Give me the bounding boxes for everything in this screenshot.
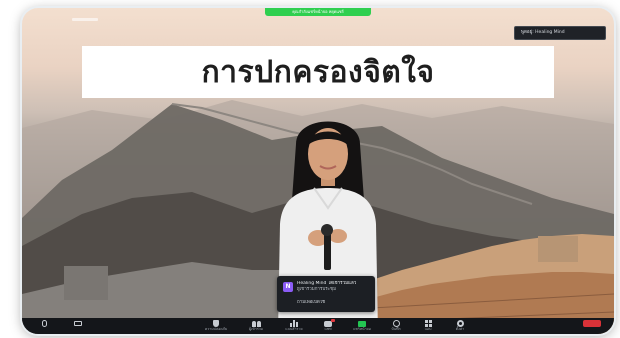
apps-label: แอป bbox=[424, 327, 432, 331]
settings-label: ตั้งค่า bbox=[455, 327, 465, 331]
security-button[interactable]: ความปลอดภัย bbox=[202, 320, 230, 333]
record-button[interactable]: บันทึก bbox=[382, 320, 410, 333]
notification-subtitle: ผู้เข้าร่วมการประชุม bbox=[297, 287, 337, 292]
polls-button[interactable]: แบบสำรวจ bbox=[280, 320, 308, 333]
slide-title: การปกครองจิตใจ bbox=[201, 54, 435, 90]
share-screen-label: แชร์หน้าจอ bbox=[353, 327, 371, 331]
mute-button[interactable] bbox=[30, 320, 58, 333]
end-meeting-button[interactable] bbox=[578, 320, 606, 333]
microphone-icon bbox=[324, 230, 331, 270]
join-notification[interactable]: N Healing Mind ได้เข้าร่วมแล้ว ผู้เข้าร่… bbox=[277, 276, 375, 312]
polls-label: แบบสำรวจ bbox=[285, 327, 303, 331]
participants-button[interactable]: ผู้เข้าร่วม bbox=[242, 320, 270, 333]
notification-action-link[interactable]: ถามเพื่อเปิดใช้ bbox=[297, 300, 371, 306]
poll-icon bbox=[290, 320, 298, 327]
record-icon bbox=[392, 320, 400, 327]
window-top-marker bbox=[72, 18, 98, 21]
chat-label: แชท bbox=[324, 327, 332, 331]
share-screen-icon bbox=[358, 320, 366, 327]
shield-icon bbox=[213, 320, 219, 327]
camera-icon bbox=[74, 321, 82, 326]
video-button[interactable] bbox=[64, 320, 92, 333]
screen-share-banner[interactable]: คุณกำลังแชร์หน้าจอ หยุดแชร์ bbox=[265, 8, 371, 16]
security-label: ความปลอดภัย bbox=[204, 327, 228, 331]
people-icon bbox=[251, 320, 261, 327]
watchtower-left bbox=[64, 266, 108, 300]
slide-title-box: การปกครองจิตใจ bbox=[82, 46, 554, 98]
record-label: บันทึก bbox=[391, 327, 401, 331]
chat-icon bbox=[324, 318, 335, 327]
meeting-toolbar: ความปลอดภัย ผู้เข้าร่วม แบบสำรวจ แชท แชร… bbox=[22, 318, 614, 334]
mic-icon bbox=[41, 320, 47, 327]
participants-label: ผู้เข้าร่วม bbox=[248, 327, 264, 331]
share-screen-button[interactable]: แชร์หน้าจอ bbox=[348, 320, 376, 333]
active-speaker-tag: พูดอยู่: Healing Mind bbox=[514, 26, 606, 40]
chat-unread-badge bbox=[331, 318, 335, 322]
end-icon bbox=[583, 320, 601, 327]
gear-icon bbox=[456, 320, 464, 327]
chat-button[interactable]: แชท bbox=[314, 318, 342, 333]
watchtower-right bbox=[538, 236, 578, 262]
settings-button[interactable]: ตั้งค่า bbox=[446, 320, 474, 333]
apps-button[interactable]: แอป bbox=[414, 320, 442, 333]
meeting-window: คุณกำลังแชร์หน้าจอ หยุดแชร์ พูดอยู่: Hea… bbox=[22, 8, 614, 334]
notification-avatar: N bbox=[283, 282, 293, 292]
apps-icon bbox=[424, 320, 432, 327]
